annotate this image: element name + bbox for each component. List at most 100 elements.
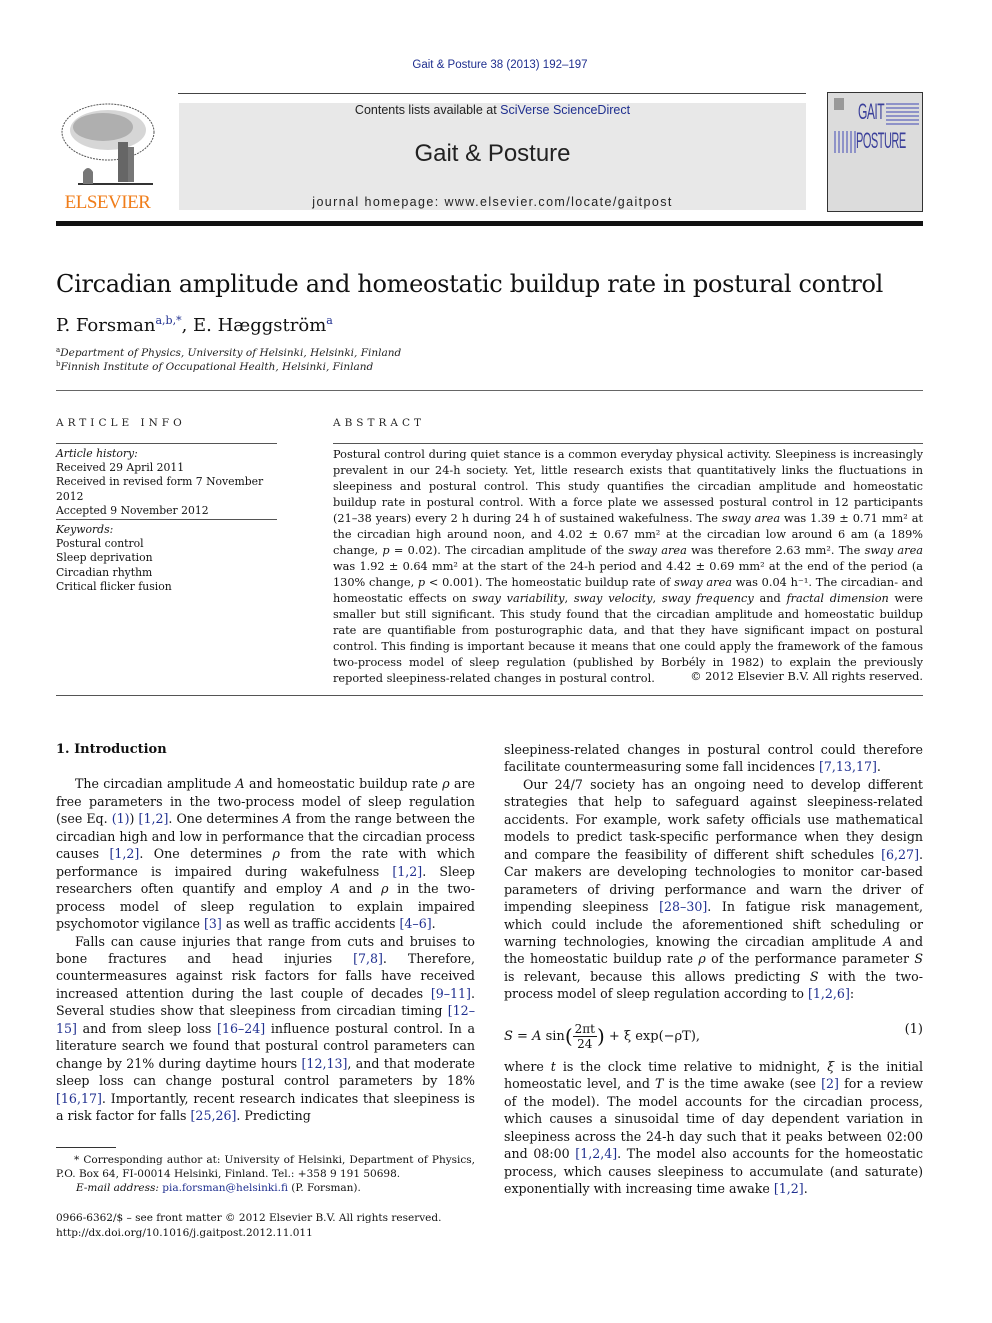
text-run: . [876, 759, 881, 775]
citation-link[interactable]: [3] [204, 916, 222, 931]
eq-homeostatic-term: + ξ exp(−ρT), [604, 1029, 701, 1044]
citation-link[interactable]: [7,13,17] [819, 759, 877, 774]
text-run: is relevant, because this allows predict… [504, 968, 810, 984]
math-symbol: A [282, 811, 292, 827]
text-run: . One determines [168, 811, 283, 827]
math-symbol: A [330, 881, 340, 897]
email-link[interactable]: pia.forsman@helsinki.fi [162, 1182, 288, 1194]
text-run: . Predicting [236, 1108, 311, 1124]
journal-homepage: journal homepage: www.elsevier.com/locat… [179, 195, 806, 209]
citation-link[interactable]: [9–11] [431, 986, 471, 1001]
abstract-term: fractal dimension [786, 592, 889, 605]
abstract-run: , [564, 592, 574, 605]
cover-stripes-left-icon [834, 131, 856, 153]
history-item: Received in revised form 7 November 2012 [56, 475, 264, 503]
abstract-term: sway frequency [661, 592, 754, 605]
paragraph: Our 24/7 society has an ongoing need to … [504, 776, 923, 1003]
body-right-column-after-eq: where t is the clock time relative to mi… [504, 1058, 923, 1198]
abstract-term: sway area [721, 512, 781, 525]
text-run: where [504, 1059, 551, 1074]
footnote-rule [56, 1147, 116, 1148]
text-run: : [849, 986, 855, 1002]
text-run: of the performance parameter [705, 951, 915, 967]
math-symbol: A [235, 776, 245, 792]
email-note: E-mail address: pia.forsman@helsinki.fi … [76, 1181, 495, 1195]
affiliation-text: Finnish Institute of Occupational Health… [60, 361, 374, 373]
corresponding-author-note: * Corresponding author at: University of… [56, 1154, 475, 1180]
text-run: is the time awake (see [663, 1076, 822, 1092]
doi-link[interactable]: http://dx.doi.org/10.1016/j.gaitpost.201… [56, 1226, 313, 1241]
citation-link[interactable]: [25,26] [191, 1108, 237, 1123]
abstract-term: sway variability [472, 592, 565, 605]
citation-link[interactable]: [7,8] [353, 951, 383, 966]
citation-link[interactable]: (1) [112, 811, 130, 826]
citation-link[interactable]: [4–6] [399, 916, 431, 931]
eq-fraction: 2πt 24 [572, 1022, 597, 1051]
author-affiliation-mark[interactable]: a,b,* [155, 314, 181, 327]
keyword: Critical flicker fusion [56, 579, 172, 593]
citation-link[interactable]: [12,13] [302, 1056, 348, 1071]
math-symbol: ρ [272, 846, 280, 862]
body-left-column: 1. Introduction The circadian amplitude … [56, 741, 475, 1125]
header-thick-rule [56, 221, 923, 226]
author-list: P. Forsmana,b,*, E. Hæggströma [56, 314, 333, 336]
citation-link[interactable]: [1,2] [139, 811, 169, 826]
journal-citation[interactable]: Gait & Posture 38 (2013) 192–197 [0, 59, 992, 71]
eq-numerator: 2πt [572, 1022, 597, 1037]
cover-title-gait: GAIT [858, 99, 885, 124]
math-symbol: ρ [698, 951, 706, 967]
author-name: P. Forsman [56, 315, 156, 336]
journal-citation-text[interactable]: Gait & Posture 38 (2013) 192–197 [412, 59, 587, 71]
abstract-term: sway area [674, 576, 732, 589]
abstract-term: sway area [628, 544, 687, 557]
abstract-term: p [382, 544, 390, 557]
keyword: Postural control [56, 537, 144, 551]
citation-link[interactable]: [6,27] [881, 847, 919, 862]
paragraph-continued: sleepiness-related changes in postural c… [504, 741, 923, 776]
math-symbol: ρ [442, 776, 450, 792]
history-item: Accepted 9 November 2012 [56, 503, 209, 517]
article-info-heading: ARTICLE INFO [56, 417, 186, 429]
section-heading: 1. Introduction [56, 742, 167, 757]
paragraph: Falls can cause injuries that range from… [56, 933, 475, 1125]
contents-line: Contents lists available at SciVerse Sci… [179, 103, 806, 117]
section-divider [56, 390, 923, 391]
citation-link[interactable]: [1,2] [109, 846, 139, 861]
eq-equals: = [512, 1029, 533, 1044]
homepage-label: journal homepage: [312, 195, 445, 209]
history-item: Received 29 April 2011 [56, 461, 185, 475]
affiliation: aDepartment of Physics, University of He… [56, 346, 401, 359]
abstract-run: was therefore 2.63 mm². The [686, 544, 865, 557]
homepage-link[interactable]: www.elsevier.com/locate/gaitpost [445, 195, 673, 209]
citation-link[interactable]: [16,17] [56, 1091, 102, 1106]
citation-link[interactable]: [16–24] [217, 1021, 265, 1036]
eq-denominator: 24 [577, 1037, 593, 1051]
text-run: The circadian amplitude [75, 776, 236, 792]
keywords-label: Keywords: [56, 523, 114, 536]
equation-body: S = A sin(2πt 24) + ξ exp(−ρT), [504, 1022, 701, 1051]
citation-link[interactable]: [1,2,6] [808, 986, 850, 1001]
abstract-rule [333, 443, 923, 444]
text-run: . [431, 916, 436, 932]
article-history: Article history: Received 29 April 2011 … [56, 447, 277, 518]
eq-sin: sin [541, 1029, 565, 1044]
sciencedirect-link[interactable]: SciVerse ScienceDirect [500, 103, 630, 117]
email-suffix: (P. Forsman). [287, 1182, 361, 1194]
text-run: and from sleep loss [76, 1020, 218, 1036]
citation-link[interactable]: [28–30] [659, 899, 707, 914]
abstract-run: = 0.02). The circadian amplitude of the [389, 544, 629, 557]
abstract-term: sway velocity [573, 592, 653, 605]
email-label: E-mail address: [76, 1182, 163, 1194]
journal-cover: GAIT POSTURE [827, 92, 923, 212]
citation-link[interactable]: [1,2] [392, 864, 422, 879]
citation-link[interactable]: [1,2] [774, 1181, 804, 1196]
math-symbol: A [883, 933, 893, 949]
text-run: . One determines [139, 846, 273, 862]
journal-name: Gait & Posture [414, 140, 571, 167]
citation-link[interactable]: [1,2,4] [575, 1146, 617, 1161]
cover-publisher-icon [834, 98, 844, 110]
elsevier-logo: ELSEVIER [55, 100, 160, 215]
citation-link[interactable]: [2] [821, 1076, 839, 1091]
author-affiliation-mark[interactable]: a [326, 314, 333, 327]
abstract-run: < 0.001). The homeostatic buildup rate o… [425, 576, 675, 589]
